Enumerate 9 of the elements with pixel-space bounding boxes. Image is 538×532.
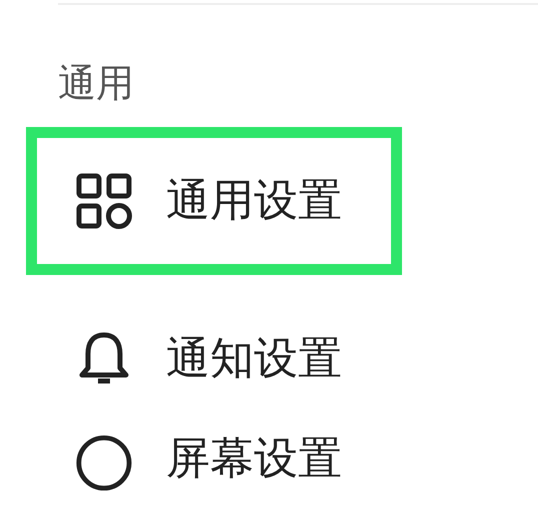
settings-row[interactable]: 通知设置 bbox=[26, 295, 402, 423]
section-title: 通用 bbox=[58, 61, 135, 105]
setting-label: 通用设置 bbox=[166, 175, 342, 227]
circle-icon bbox=[75, 433, 133, 493]
grid-icon bbox=[76, 173, 132, 229]
setting-label: 通知设置 bbox=[166, 333, 342, 385]
settings-row[interactable]: 屏幕设置 bbox=[26, 433, 402, 505]
highlight-frame[interactable]: 通用设置 bbox=[26, 127, 402, 275]
setting-label: 屏幕设置 bbox=[166, 433, 342, 485]
